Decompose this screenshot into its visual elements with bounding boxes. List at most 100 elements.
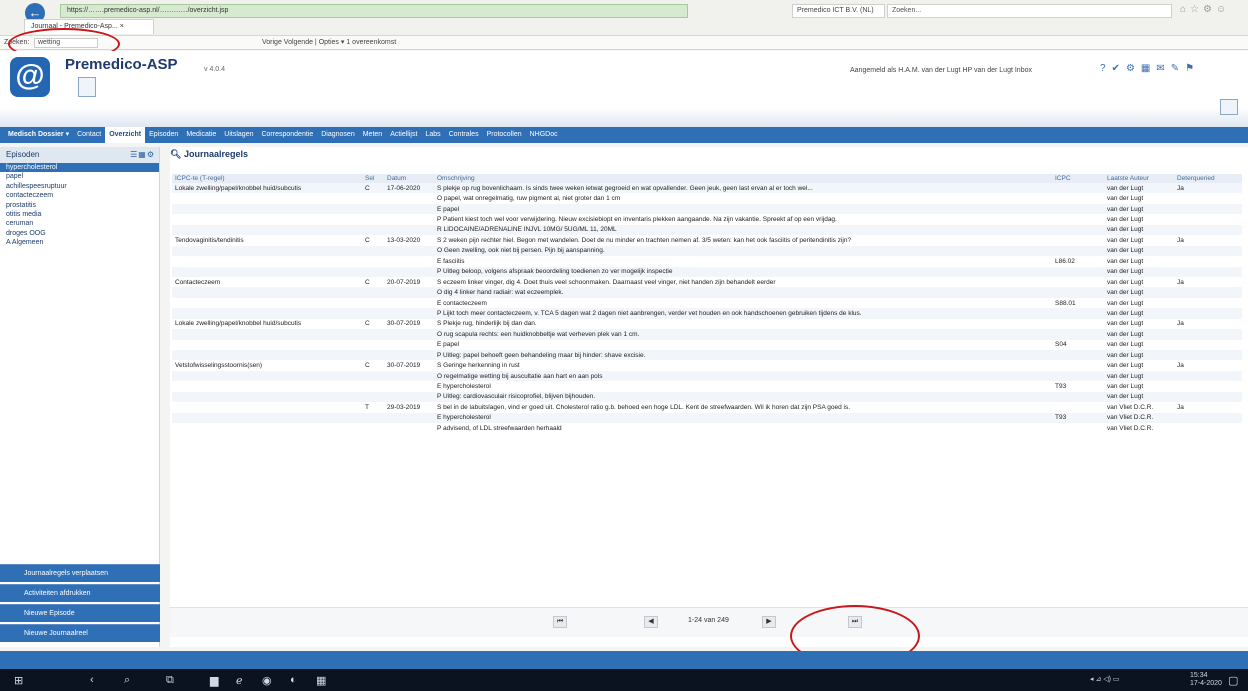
cell-author: van der Lugt bbox=[1104, 224, 1174, 236]
nav-correspondentie[interactable]: Correspondentie bbox=[257, 127, 317, 143]
notification-icon[interactable]: ▢ bbox=[1228, 674, 1238, 687]
col-header-author[interactable]: Laatste Auteur bbox=[1104, 174, 1174, 183]
table-row[interactable]: Vetstofwisselingsstoornis(sen) C 30-07-201… bbox=[172, 360, 1242, 370]
table-row[interactable]: O rug scapula rechts: een huidknobbeltje… bbox=[172, 329, 1242, 340]
file-explorer-icon[interactable]: ▆ bbox=[210, 674, 218, 687]
table-row[interactable]: O papel, wat onregelmatig, ruw pigment a… bbox=[172, 193, 1242, 203]
table-row[interactable]: O dig 4 linker hand radiair: wat eczeemp… bbox=[172, 287, 1242, 298]
cell-icpc bbox=[1052, 235, 1104, 245]
cell-datum bbox=[384, 308, 434, 319]
nav-nhgdoc[interactable]: NHGDoc bbox=[526, 127, 562, 143]
table-row[interactable]: T 29-03-2019 S bel in de labuitslagen, vin… bbox=[172, 402, 1242, 412]
cell-sel bbox=[362, 245, 384, 257]
nav-meten[interactable]: Meten bbox=[359, 127, 386, 143]
move-journal-lines-button[interactable]: Journaalregels verplaatsen bbox=[0, 564, 160, 582]
table-row[interactable]: E fasciitis L86.02 van der Lugt bbox=[172, 256, 1242, 266]
document-icon[interactable] bbox=[78, 77, 96, 97]
cell-omschrijving: E hypercholesterol bbox=[434, 412, 1052, 424]
nav-labs[interactable]: Labs bbox=[421, 127, 444, 143]
system-tray-icons[interactable]: ◂ ⊿ ◁) ▭ bbox=[1090, 675, 1120, 683]
cell-datum bbox=[384, 381, 434, 391]
nav-overzicht[interactable]: Overzicht bbox=[105, 127, 146, 143]
col-header-icpc-te[interactable]: ICPC-te (T-regel) bbox=[172, 174, 362, 183]
cell-omschrijving: P advisend, of LDL streefwaarden herhaal… bbox=[437, 424, 562, 432]
table-row[interactable]: E hypercholesterol T93 van Vliet D.C.R. bbox=[172, 412, 1242, 424]
nav-medisch-dossier[interactable]: Medisch Dossier ▾ bbox=[0, 127, 73, 143]
next-page-button[interactable]: ▶ bbox=[762, 616, 776, 628]
header-tool-icons[interactable]: ?✔⚙▦✉✎⚑ bbox=[1100, 63, 1200, 74]
address-bar[interactable]: https://…….premedico-asp.nl/…………/overzic… bbox=[60, 4, 688, 18]
table-row[interactable]: P Lijkt toch meer contacteczeem, v. TCA … bbox=[172, 308, 1242, 319]
table-row[interactable]: E papel van der Lugt bbox=[172, 203, 1242, 215]
cell-author: van der Lugt bbox=[1107, 341, 1144, 349]
print-activities-button[interactable]: Activiteiten afdrukken bbox=[0, 584, 160, 602]
table-row[interactable]: O regelmatige wetting bij auscultatie aa… bbox=[172, 370, 1242, 382]
browser-search-input[interactable]: Zoeken... bbox=[887, 4, 1172, 18]
user-info: Aangemeld als H.A.M. van der Lugt HP van… bbox=[850, 67, 1032, 74]
table-row[interactable]: R LIDOCAINE/ADRENALINE INJVL 10MG/ 5UG/M… bbox=[172, 224, 1242, 236]
table-row[interactable]: P Uitleg beloop, volgens afspraak beoord… bbox=[172, 266, 1242, 277]
episode-item[interactable]: papel bbox=[0, 172, 159, 181]
nav-contact[interactable]: Contact bbox=[73, 127, 105, 143]
col-header-datum[interactable]: Datum bbox=[384, 174, 434, 183]
browser-toolbar-icons[interactable]: ⌂☆⚙☺ bbox=[1180, 4, 1230, 15]
new-journal-line-button[interactable]: Nieuwe Journaalreel bbox=[0, 624, 160, 642]
app-icon[interactable]: ◐ bbox=[290, 674, 297, 686]
list-view-icon[interactable]: ☰▦⚙ bbox=[130, 147, 155, 163]
table-row[interactable]: Lokale zwelling/papel/knobbel huid/subcu… bbox=[172, 319, 1242, 329]
col-header-omschrijving[interactable]: Omschrijving bbox=[434, 174, 1052, 183]
table-row[interactable]: Lokale zwelling/papel/knobbel huid/subcu… bbox=[172, 183, 1242, 194]
previous-page-button[interactable]: ◀ bbox=[644, 616, 658, 628]
episode-item[interactable]: ceruman bbox=[0, 219, 159, 228]
cell-icpc-te: Tendovaginitis/tendinitis bbox=[175, 236, 244, 244]
ie-browser-icon[interactable]: ℯ bbox=[236, 674, 243, 687]
nav-actielijst[interactable]: Actiellijst bbox=[386, 127, 421, 143]
episode-item[interactable]: achillespeesruptuur bbox=[0, 182, 159, 191]
table-row[interactable]: P Uitleg: papel behoeft geen behandeling… bbox=[172, 350, 1242, 361]
find-controls[interactable]: Vorige Volgende | Opties ▾ 1 overeenkoms… bbox=[262, 36, 396, 49]
cell-datum: 20-07-2019 bbox=[387, 278, 421, 286]
table-row[interactable]: Contacteczeem C 20-07-2019 S eczeem linker … bbox=[172, 277, 1242, 287]
nav-contrales[interactable]: Contrales bbox=[445, 127, 483, 143]
table-row[interactable]: P advisend, of LDL streefwaarden herhaal… bbox=[172, 423, 1242, 433]
col-header-flag[interactable]: Deterqueried bbox=[1174, 174, 1242, 183]
episode-item[interactable]: A Algemeen bbox=[0, 238, 159, 247]
nav-episoden[interactable]: Episoden bbox=[145, 127, 182, 143]
first-page-button[interactable]: ⏮ bbox=[553, 616, 567, 628]
table-row[interactable]: P Patient kiest toch wel voor verwijderi… bbox=[172, 214, 1242, 224]
task-view-icon[interactable]: ⧉ bbox=[166, 674, 174, 687]
episode-item[interactable]: hypercholesterol bbox=[0, 163, 159, 173]
cell-datum bbox=[384, 287, 434, 298]
episode-item[interactable]: droges OOG bbox=[0, 229, 159, 238]
cell-sel bbox=[362, 266, 384, 277]
back-icon[interactable]: ‹ bbox=[90, 674, 94, 686]
clock[interactable]: 15:34 17-4-2020 bbox=[1190, 672, 1222, 688]
search-icon[interactable]: ⌕ bbox=[124, 674, 130, 687]
cell-author: van der Lugt bbox=[1104, 391, 1174, 403]
episode-item[interactable]: prostatitis bbox=[0, 201, 159, 210]
table-row[interactable]: E papel S04 van der Lugt bbox=[172, 340, 1242, 350]
nav-protocollen[interactable]: Protocollen bbox=[483, 127, 526, 143]
cell-datum: 30-07-2019 bbox=[387, 362, 421, 370]
chrome-icon[interactable]: ◉ bbox=[262, 674, 272, 687]
new-episode-button[interactable]: Nieuwe Episode bbox=[0, 604, 160, 622]
table-row[interactable]: E hypercholesterol T93 van der Lugt bbox=[172, 381, 1242, 391]
cell-sel: C bbox=[365, 362, 370, 370]
windows-start-icon[interactable]: ⊞ bbox=[14, 674, 23, 687]
table-row[interactable]: P Uitleg: cardiovasculair risicoprofiel,… bbox=[172, 391, 1242, 403]
nav-uitslagen[interactable]: Uitslagen bbox=[220, 127, 257, 143]
table-row[interactable]: Tendovaginitis/tendinitis C 13-03-2020 S 2 … bbox=[172, 235, 1242, 245]
nav-medicatie[interactable]: Medicatie bbox=[182, 127, 220, 143]
window-icon[interactable]: ▦ bbox=[316, 674, 326, 687]
cell-icpc bbox=[1052, 245, 1104, 257]
table-row[interactable]: O Geen zwelling, ook niet bij persen. Pi… bbox=[172, 245, 1242, 257]
episode-item[interactable]: otitis media bbox=[0, 210, 159, 219]
nav-diagnosen[interactable]: Diagnosen bbox=[317, 127, 358, 143]
table-row[interactable]: E contacteczeem S88.01 van der Lugt bbox=[172, 298, 1242, 308]
episode-item[interactable]: contacteczeem bbox=[0, 191, 159, 200]
site-identity[interactable]: Premedico ICT B.V. (NL) bbox=[792, 4, 885, 18]
print-icon[interactable] bbox=[1220, 99, 1238, 115]
cell-icpc-te bbox=[172, 256, 362, 266]
col-header-icpc[interactable]: ICPC bbox=[1052, 174, 1104, 183]
col-header-sel[interactable]: Sel bbox=[362, 174, 384, 183]
